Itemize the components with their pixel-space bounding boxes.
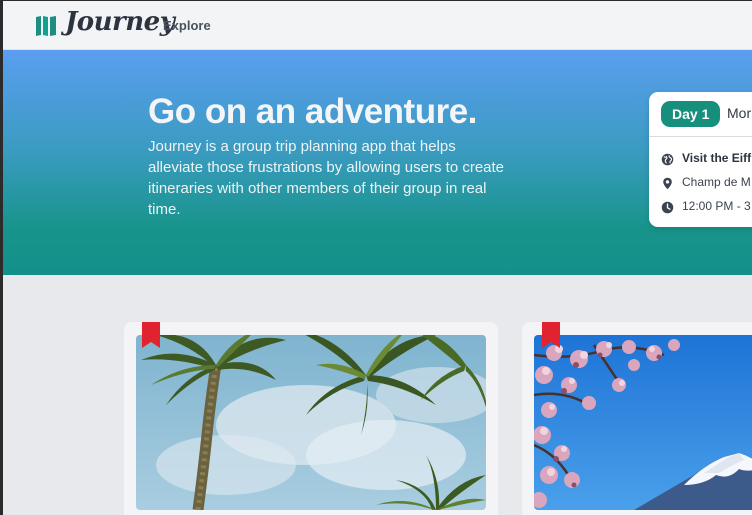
trip-card[interactable] [522,322,752,515]
hero-description: Journey is a group trip planning app tha… [148,138,505,218]
nav-explore-link[interactable]: Explore [163,18,211,33]
time-text: 12:00 PM - 3 [682,199,751,213]
clock-icon [661,201,674,214]
hero-title: Go on an adventure. [148,92,477,131]
page: Journey Explore Go on an adventure. Jour… [3,1,752,515]
bookmark-icon[interactable] [542,322,560,348]
itinerary-preview-card[interactable]: Day 1 Mor Visit the Eiff Champ de M 12:0… [649,92,752,227]
trip-card[interactable] [124,322,498,515]
top-nav-bar: Journey Explore [3,1,752,50]
globe-icon [661,153,674,166]
hero-banner: Go on an adventure. Journey is a group t… [3,50,752,275]
logo-wordmark[interactable]: Journey [65,7,175,37]
journey-logo-icon[interactable] [35,14,57,38]
trip-image-mount-fuji[interactable] [534,335,752,510]
location-text: Champ de M [682,175,751,189]
activity-title: Visit the Eiff [682,151,752,165]
day-badge[interactable]: Day 1 [661,101,721,127]
day-name-label: Mor [727,105,752,121]
bookmark-icon[interactable] [142,322,160,348]
trip-image-palm-trees[interactable] [136,335,486,510]
map-pin-icon [663,177,672,190]
divider [649,136,752,137]
